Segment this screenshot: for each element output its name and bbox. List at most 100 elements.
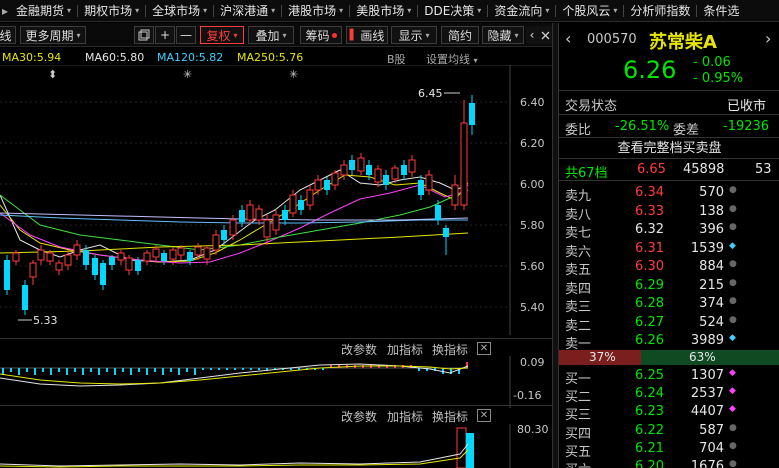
more-periods-dropdown[interactable]: 更多周期 ▾ bbox=[20, 26, 86, 44]
plus-icon: + bbox=[159, 28, 171, 42]
candle-body bbox=[161, 253, 167, 261]
chevron-down-icon: ▾ bbox=[477, 6, 482, 15]
draw-line-button[interactable]: ▌ 画线 bbox=[346, 26, 388, 44]
zoom-in-button[interactable]: + bbox=[155, 26, 175, 44]
chips-button[interactable]: 筹码 bbox=[300, 26, 342, 44]
menu-item[interactable]: 分析师指数 bbox=[624, 2, 696, 19]
sub2-add-indicator-button[interactable]: 加指标 bbox=[387, 408, 423, 425]
candle-body bbox=[331, 172, 339, 186]
prev-stock-button[interactable]: ‹ bbox=[565, 29, 571, 48]
candle-body bbox=[391, 167, 399, 180]
order-marker-icon: ◆ bbox=[729, 386, 736, 397]
price-axis-tick: 5.40 bbox=[520, 301, 545, 314]
order-price: 6.24 bbox=[635, 386, 664, 402]
sub1-close-button[interactable]: ✕ bbox=[477, 342, 491, 355]
order-marker-icon: ● bbox=[729, 185, 737, 195]
moving-average-legend: MA30:5.94 MA60:5.80 MA120:5.82 MA250:5.7… bbox=[0, 49, 552, 66]
menu-item[interactable]: 期权市场 ▾ bbox=[78, 2, 145, 19]
macd-histogram-bar bbox=[130, 368, 132, 375]
menu-item[interactable]: 港股市场 ▾ bbox=[282, 2, 349, 19]
order-level-label: 卖四 bbox=[565, 281, 592, 297]
hide-dropdown[interactable]: 隐藏 ▾ bbox=[482, 26, 524, 44]
menu-left-arrow[interactable]: ▸ bbox=[0, 4, 10, 18]
candle-body bbox=[366, 165, 372, 175]
macd-histogram-bar bbox=[18, 368, 20, 375]
order-volume: 3989 bbox=[690, 333, 724, 348]
menu-item[interactable]: 美股市场 ▾ bbox=[350, 2, 417, 19]
next-stock-button[interactable]: › bbox=[765, 29, 771, 48]
sub2-ytick: 80.30 bbox=[517, 424, 549, 436]
menu-item[interactable]: 个股风云 ▾ bbox=[556, 2, 623, 19]
candle-body bbox=[340, 164, 348, 176]
macd-histogram-bar bbox=[234, 368, 236, 370]
sub2-close-button[interactable]: ✕ bbox=[477, 409, 491, 422]
chevron-left-icon: ‹ bbox=[529, 28, 535, 42]
chevron-down-icon: ▾ bbox=[613, 6, 618, 15]
candle-body bbox=[263, 219, 271, 238]
simple-mode-button[interactable]: 简约 bbox=[441, 26, 479, 44]
restore-rights-dropdown[interactable]: 复权 ▾ bbox=[200, 26, 244, 44]
macd-histogram-bar bbox=[146, 368, 148, 375]
menu-item[interactable]: 条件选 bbox=[697, 2, 745, 19]
total-levels-price: 6.65 bbox=[637, 162, 666, 177]
sub2-switch-indicator-button[interactable]: 换指标 bbox=[432, 408, 468, 425]
window-icon-button[interactable] bbox=[134, 26, 154, 44]
candle-body bbox=[435, 205, 441, 220]
sub2-params-button[interactable]: 改参数 bbox=[341, 408, 377, 425]
candle-body bbox=[109, 257, 115, 265]
order-price: 6.32 bbox=[635, 222, 664, 237]
candle-body bbox=[221, 230, 227, 240]
menu-item[interactable]: 全球市场 ▾ bbox=[146, 2, 213, 19]
macd-histogram-bar bbox=[26, 368, 28, 372]
order-level-label: 卖五 bbox=[565, 263, 592, 278]
macd-histogram-bar bbox=[82, 368, 84, 375]
order-price: 6.22 bbox=[635, 422, 664, 438]
zoom-out-button[interactable]: — bbox=[176, 26, 196, 44]
order-price: 6.34 bbox=[635, 185, 664, 200]
order-level-label: 卖九 bbox=[565, 189, 592, 204]
macd-histogram-bar bbox=[138, 368, 140, 372]
candle-body bbox=[383, 175, 389, 185]
candle-body bbox=[29, 262, 37, 278]
macd-chart[interactable]: 0.09 -0.16 bbox=[0, 356, 552, 408]
indicator-chart[interactable]: 80.30 bbox=[0, 424, 552, 468]
prev-button[interactable]: ‹ bbox=[526, 26, 538, 44]
period-partial-button[interactable]: 线 bbox=[0, 26, 16, 44]
candle-body bbox=[246, 204, 254, 221]
display-dropdown[interactable]: 显示 ▾ bbox=[391, 26, 437, 44]
candle-body bbox=[282, 210, 288, 220]
candlestick-chart[interactable]: ⬍ ✳ ✳ 6.45 5.33 6.40 6.20 6.00 5.80 5.60 5.40 bbox=[0, 65, 552, 335]
macd-histogram-bar bbox=[90, 368, 92, 372]
close-chart-button[interactable] bbox=[538, 26, 552, 44]
stock-name: 苏常柴A bbox=[649, 32, 717, 53]
order-marker-icon: ● bbox=[729, 296, 737, 306]
sub1-ytick: -0.16 bbox=[513, 389, 541, 402]
order-volume: 570 bbox=[699, 185, 724, 200]
chevron-down-icon: ▾ bbox=[514, 30, 519, 40]
order-volume: 374 bbox=[699, 296, 724, 311]
chevron-down-icon: ▾ bbox=[282, 30, 287, 40]
total-levels-volume: 45898 bbox=[683, 162, 725, 177]
order-volume: 587 bbox=[699, 422, 724, 438]
menu-item[interactable]: DDE决策 ▾ bbox=[418, 2, 487, 19]
order-level-label: 卖三 bbox=[565, 300, 592, 315]
candle-body bbox=[229, 219, 237, 236]
price-change-pct: - 0.95% bbox=[693, 71, 744, 86]
window-icon bbox=[138, 29, 150, 41]
macd-histogram-bar bbox=[50, 368, 52, 375]
price-axis-tick: 6.40 bbox=[520, 96, 545, 109]
menu-item[interactable]: 金融期货 ▾ bbox=[10, 2, 77, 19]
order-level-label: 买六 bbox=[565, 459, 591, 468]
macd-histogram-bar bbox=[210, 368, 212, 370]
full-orderbook-button[interactable]: 查看完整档买卖盘 bbox=[559, 137, 779, 159]
menu-item[interactable]: 沪深港通 ▾ bbox=[214, 2, 281, 19]
menu-item-label: 期权市场 bbox=[84, 4, 133, 18]
restore-label: 复权 bbox=[206, 28, 231, 43]
overlay-dropdown[interactable]: 叠加 ▾ bbox=[248, 26, 294, 44]
order-level-label: 买二 bbox=[565, 390, 592, 406]
weicha-label: 委差 bbox=[673, 123, 700, 138]
macd-histogram-bar bbox=[114, 368, 116, 375]
chart-toolbar: 线 更多周期 ▾ + — 复权 ▾ 叠加 ▾ 筹码 ▌ 画线 显示 ▾ 简约 隐藏 ▾ ‹ bbox=[0, 23, 552, 47]
ma120-value: MA120:5.82 bbox=[157, 51, 224, 64]
menu-item[interactable]: 资金流向 ▾ bbox=[488, 2, 555, 19]
